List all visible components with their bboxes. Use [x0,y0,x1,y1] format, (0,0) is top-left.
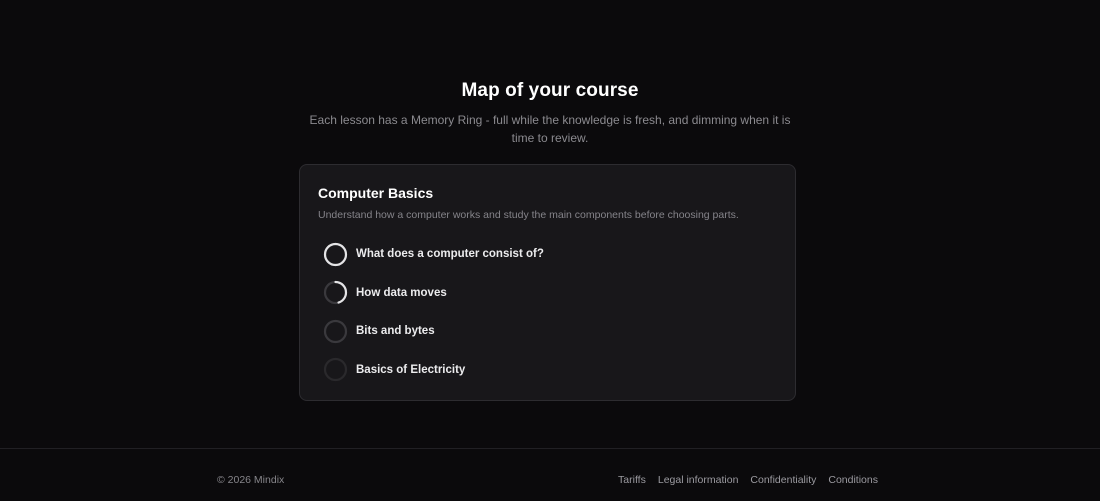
course-card: Computer Basics Understand how a compute… [299,164,796,401]
hero-section: Map of your course Each lesson has a Mem… [0,80,1100,147]
page-subtitle: Each lesson has a Memory Ring - full whi… [309,113,791,145]
page: Map of your course Each lesson has a Mem… [0,0,1100,501]
lesson-item-what-does-a-computer-consist-of[interactable]: What does a computer consist of? [318,235,777,274]
memory-ring-dim-icon [323,357,348,382]
memory-ring-svg [323,242,348,266]
footer-link-tariffs[interactable]: Tariffs [618,474,646,486]
footer-link-confidentiality[interactable]: Confidentiality [750,474,816,486]
course-title: Computer Basics [318,185,434,201]
lesson-label: Bits and bytes [356,325,435,338]
memory-ring-empty-icon [323,319,348,344]
footer: © 2026 Mindix Tariffs Legal information … [0,448,1100,501]
lesson-item-bits-and-bytes[interactable]: Bits and bytes [318,312,777,351]
memory-ring-track [323,358,348,382]
lesson-label: Basics of Electricity [356,363,466,376]
lesson-item-how-data-moves[interactable]: How data moves [318,274,777,313]
memory-ring-fill [323,242,348,266]
lesson-list: What does a computer consist of? How dat… [318,235,777,389]
memory-ring-track [323,319,348,343]
lesson-item-basics-of-electricity[interactable]: Basics of Electricity [318,351,777,390]
memory-ring-svg [323,319,348,343]
footer-link-legal-information[interactable]: Legal information [658,474,739,486]
footer-link-conditions[interactable]: Conditions [828,474,878,486]
lesson-label: What does a computer consist of? [356,248,544,261]
memory-ring-partial-icon [323,280,348,305]
page-title: Map of your course [461,80,639,101]
footer-nav: Tariffs Legal information Confidentialit… [618,474,878,486]
course-description: Understand how a computer works and stud… [318,209,739,221]
memory-ring-full-icon [323,242,348,267]
copyright: © 2026 Mindix [217,474,285,486]
memory-ring-svg [323,358,348,382]
memory-ring-svg [323,281,348,305]
lesson-label: How data moves [356,286,447,299]
